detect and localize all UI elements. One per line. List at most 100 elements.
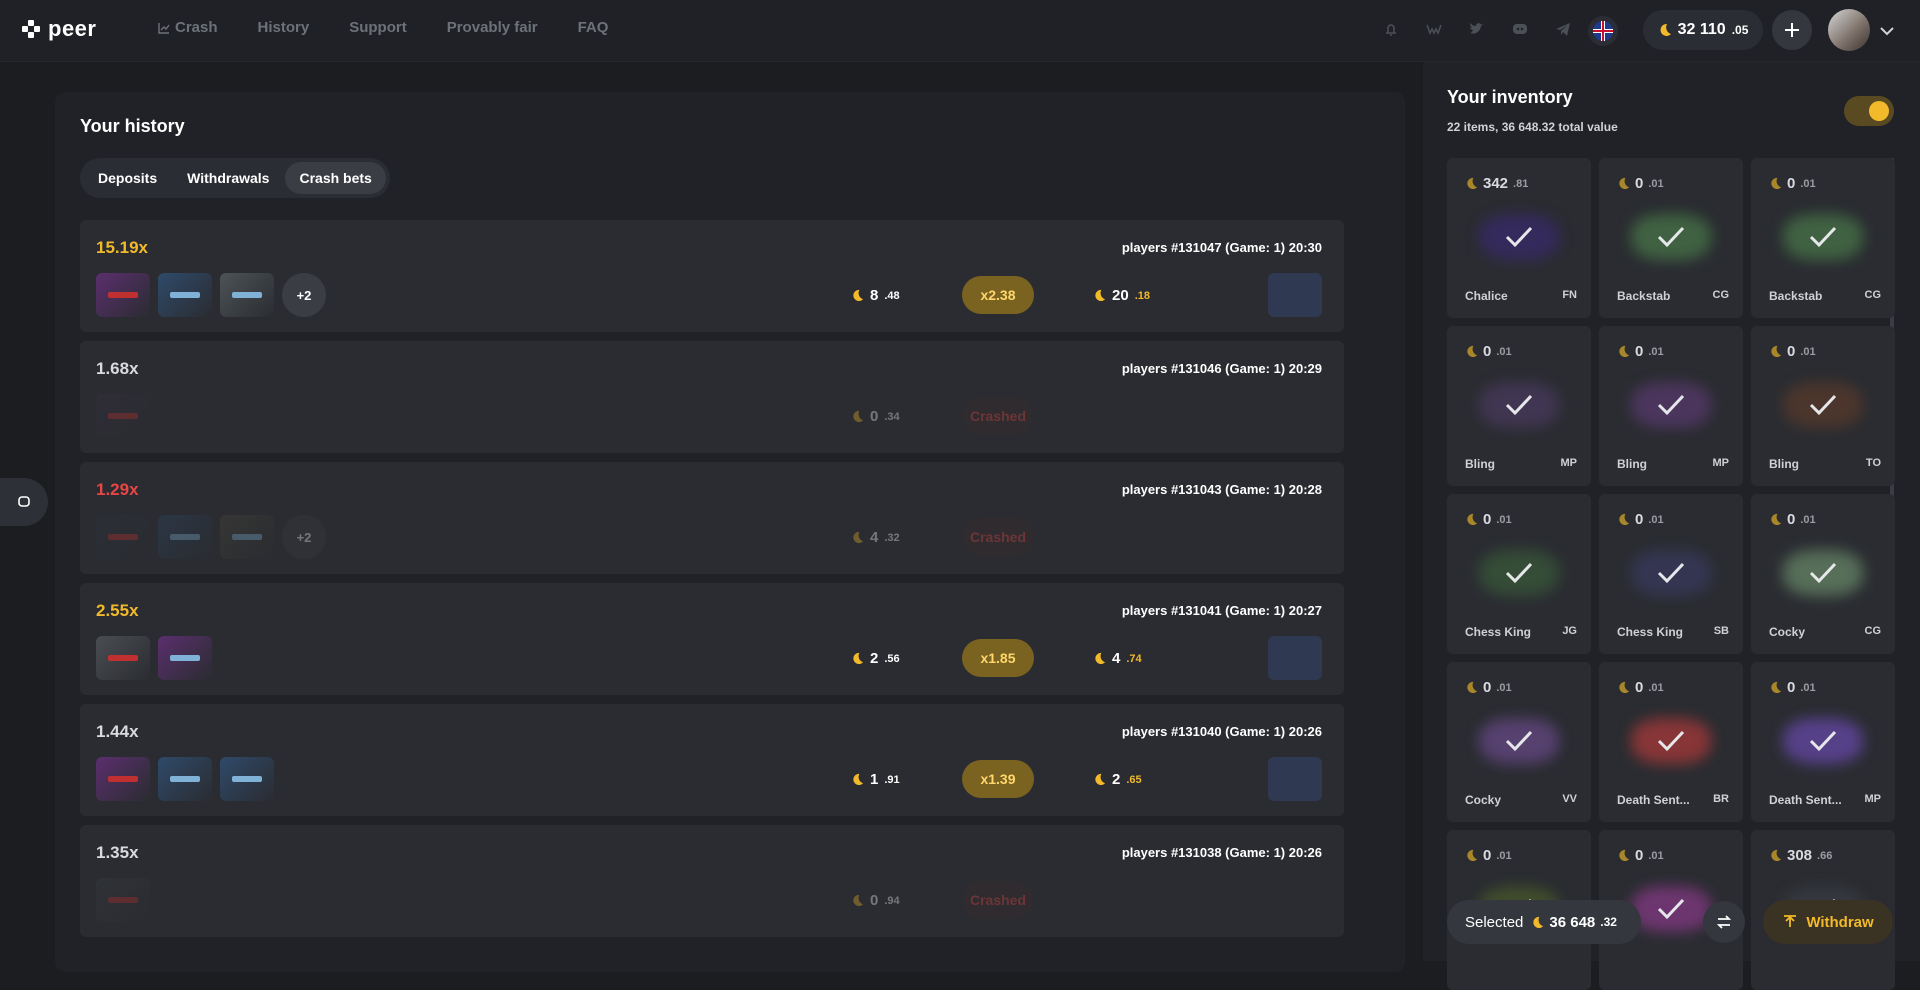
bet-amount: 0.34 (851, 408, 900, 425)
won-item-thumbnail[interactable] (1268, 636, 1322, 680)
item-thumbnail[interactable] (220, 273, 274, 317)
inventory-item[interactable]: 0.01 Chess King JG (1447, 494, 1591, 654)
price-dec: .01 (1496, 849, 1512, 862)
crashed-badge: Crashed (962, 881, 1034, 919)
discord-icon[interactable] (1511, 20, 1529, 38)
item-name: Cocky (1769, 625, 1806, 639)
item-thumbnail[interactable] (96, 757, 150, 801)
coin-icon (1619, 849, 1630, 862)
inventory-item[interactable]: 0.01 Chess King SB (1599, 494, 1743, 654)
won-item-thumbnail[interactable] (1268, 757, 1322, 801)
withdraw-button[interactable]: Withdraw (1763, 900, 1893, 944)
bet-dec: .56 (884, 652, 900, 665)
coin-icon (1095, 652, 1106, 665)
item-thumbnail[interactable] (158, 515, 212, 559)
item-thumbnail[interactable] (158, 273, 212, 317)
uk-flag-icon[interactable] (1588, 16, 1618, 46)
tab-withdrawals[interactable]: Withdrawals (173, 162, 283, 194)
avatar[interactable] (1828, 9, 1870, 51)
inventory-item[interactable]: 0.01 Bling MP (1447, 326, 1591, 486)
item-quality: BR (1713, 793, 1729, 805)
nav-item-history[interactable]: History (258, 19, 310, 36)
chevron-down-icon[interactable] (1878, 22, 1896, 40)
check-icon (1809, 730, 1837, 752)
nav-item-crash[interactable]: Crash (158, 19, 218, 36)
nav-item-label: Crash (175, 19, 218, 36)
more-items-badge[interactable]: +2 (282, 273, 326, 317)
vk-icon[interactable] (1425, 20, 1443, 38)
balance-display[interactable]: 32 110 .05 (1643, 10, 1763, 50)
inventory-item[interactable]: 0.01 Death Sent... BR (1599, 662, 1743, 822)
bet-int: 0 (870, 408, 879, 425)
bet-items: +2 (96, 515, 326, 559)
item-thumbnail[interactable] (96, 878, 150, 922)
coin-icon (1467, 681, 1478, 694)
price-dec: .01 (1800, 681, 1816, 694)
item-price: 0.01 (1465, 343, 1512, 360)
item-quality: CG (1864, 625, 1882, 637)
history-row[interactable]: 1.68x players #131046 (Game: 1) 20:29 0.… (80, 341, 1344, 453)
history-row[interactable]: 1.44x players #131040 (Game: 1) 20:26 1.… (80, 704, 1344, 816)
telegram-icon[interactable] (1554, 20, 1572, 38)
nav-item-provably-fair[interactable]: Provably fair (447, 19, 538, 36)
bell-icon[interactable] (1382, 20, 1400, 38)
history-row[interactable]: 1.35x players #131038 (Game: 1) 20:26 0.… (80, 825, 1344, 937)
item-thumbnail[interactable] (158, 757, 212, 801)
item-name: Bling (1617, 457, 1647, 471)
inventory-item[interactable]: 342.81 Chalice FN (1447, 158, 1591, 318)
inventory-item[interactable]: 0.01 Cocky VV (1447, 662, 1591, 822)
inventory-item[interactable]: 0.01 Backstab CG (1599, 158, 1743, 318)
check-icon (1505, 226, 1533, 248)
tab-deposits[interactable]: Deposits (84, 162, 171, 194)
item-thumbnail[interactable] (96, 515, 150, 559)
history-row[interactable]: 15.19x players #131047 (Game: 1) 20:30 +… (80, 220, 1344, 332)
bet-dec: .94 (884, 894, 900, 907)
inventory-item[interactable]: 0.01 Backstab CG (1751, 158, 1895, 318)
item-thumbnail[interactable] (158, 636, 212, 680)
item-price: 0.01 (1769, 511, 1816, 528)
history-row[interactable]: 2.55x players #131041 (Game: 1) 20:27 2.… (80, 583, 1344, 695)
item-thumbnail[interactable] (220, 757, 274, 801)
item-thumbnail[interactable] (96, 636, 150, 680)
inventory-toggle[interactable] (1844, 96, 1894, 126)
inventory-item[interactable]: 0.01 Cocky CG (1751, 494, 1895, 654)
inventory-item[interactable]: 0.01 Bling TO (1751, 326, 1895, 486)
coin-icon (853, 773, 864, 786)
item-thumbnail[interactable] (96, 273, 150, 317)
item-name: Chess King (1465, 625, 1532, 639)
won-item-thumbnail[interactable] (1268, 273, 1322, 317)
nav-item-faq[interactable]: FAQ (578, 19, 609, 36)
item-name: Backstab (1769, 289, 1823, 303)
item-thumbnail[interactable] (96, 394, 150, 438)
win-int: 20 (1112, 287, 1129, 304)
twitter-icon[interactable] (1468, 20, 1486, 38)
coin-icon (853, 531, 864, 544)
chat-toggle-button[interactable] (0, 478, 48, 526)
price-dec: .01 (1648, 177, 1664, 190)
item-name: Bling (1465, 457, 1495, 471)
game-info: players #131040 (Game: 1) 20:26 (1121, 724, 1322, 739)
balance-dec: .05 (1731, 23, 1749, 37)
price-int: 0 (1483, 511, 1492, 528)
nav-item-support[interactable]: Support (349, 19, 407, 36)
price-dec: .66 (1817, 849, 1833, 862)
tab-crash-bets[interactable]: Crash bets (285, 162, 386, 194)
logo-icon (22, 20, 40, 38)
crash-multiplier: 1.44x (96, 722, 139, 741)
add-funds-button[interactable] (1772, 10, 1812, 50)
item-thumbnail[interactable] (220, 515, 274, 559)
item-name: Chess King (1617, 625, 1684, 639)
logo[interactable]: peer (22, 16, 96, 42)
history-row[interactable]: 1.29x players #131043 (Game: 1) 20:28 +2… (80, 462, 1344, 574)
item-quality: MP (1864, 793, 1882, 805)
more-items-badge[interactable]: +2 (282, 515, 326, 559)
bet-amount: 8.48 (851, 287, 900, 304)
cashout-multiplier: x2.38 (962, 276, 1034, 314)
bet-dec: .34 (884, 410, 900, 423)
swap-button[interactable] (1703, 901, 1745, 943)
inventory-item[interactable]: 0.01 Death Sent... MP (1751, 662, 1895, 822)
chat-icon (18, 496, 30, 507)
inventory-item[interactable]: 0.01 Bling MP (1599, 326, 1743, 486)
item-name: Death Sent... (1617, 793, 1690, 807)
price-dec: .01 (1648, 513, 1664, 526)
